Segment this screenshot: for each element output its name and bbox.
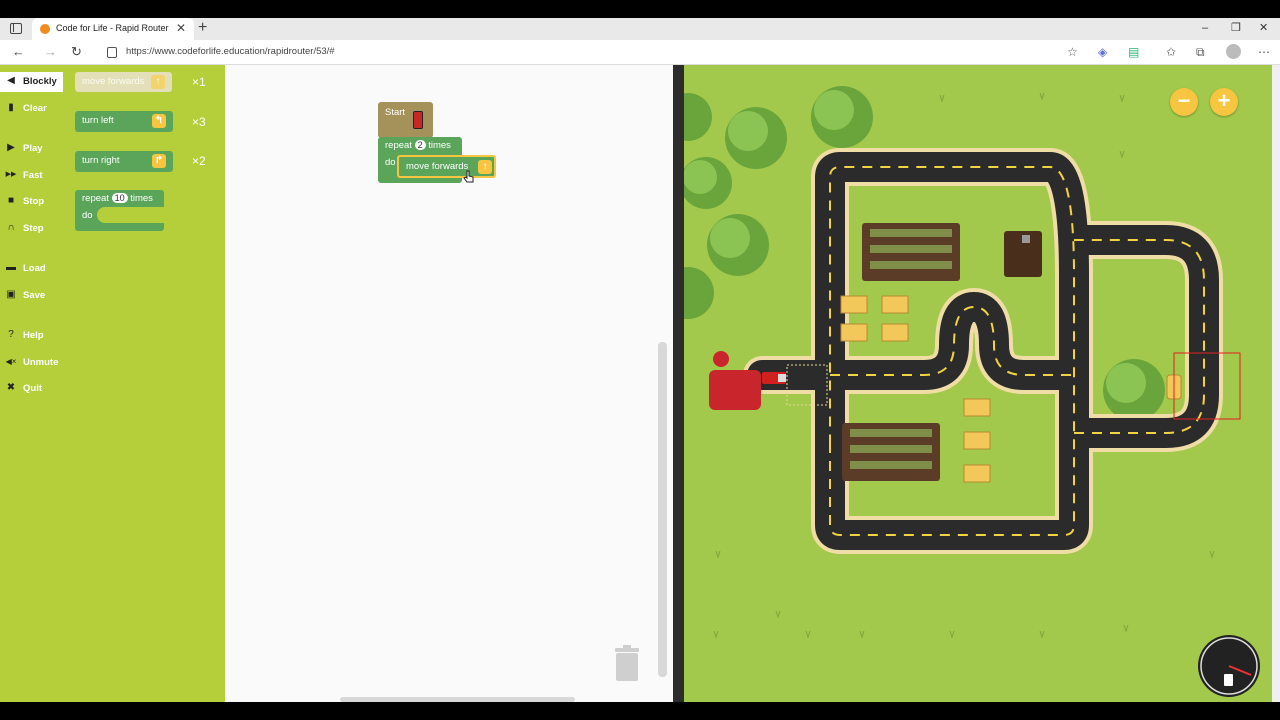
toolbox-repeat-block[interactable]: repeat 10 times do — [75, 190, 164, 231]
folder-icon: ▬ — [6, 262, 16, 273]
blockly-icon: ◀ — [7, 75, 15, 86]
hand-cursor-icon — [463, 170, 474, 183]
sidebar-item-unmute[interactable]: ◀× Unmute — [0, 353, 63, 373]
sidebar-item-clear[interactable]: ▮ Clear — [0, 99, 63, 119]
van-icon — [413, 111, 423, 129]
screen: Code for Life - Rapid Router ✕ + – ❐ ✕ ←… — [0, 0, 1280, 720]
sidebar-item-label: Fast — [23, 170, 43, 181]
block-count: ×1 — [192, 75, 206, 89]
turn-right-arrow-icon: ↱ — [152, 154, 166, 168]
trash-can-icon[interactable] — [613, 644, 641, 682]
sidebar-item-label: Play — [23, 143, 43, 154]
game-sidebar: ◀ Blockly ▮ Clear ▶ Play ▶▶ Fast ■ Stop … — [0, 65, 63, 702]
block-label: turn right — [82, 155, 120, 166]
favicon-icon — [40, 24, 50, 34]
repeat-statement-slot — [97, 207, 164, 223]
save-icon: ▣ — [6, 289, 16, 300]
restore-button[interactable]: ❐ — [1231, 21, 1241, 35]
play-icon: ▶ — [7, 142, 15, 153]
help-icon: ? — [8, 329, 14, 340]
block-count: ×2 — [192, 154, 206, 168]
sidebar-item-quit[interactable]: ✖ Quit — [0, 379, 63, 399]
block-label: move forwards — [82, 76, 145, 87]
do-label: do — [82, 210, 93, 221]
sidebar-item-label: Step — [23, 223, 44, 234]
block-label: turn left — [82, 115, 114, 126]
game-map: − + — [684, 65, 1272, 702]
speaker-muted-icon: ◀× — [5, 357, 17, 366]
repeat-count-field[interactable]: 2 — [414, 140, 426, 150]
block-count: ×3 — [192, 115, 206, 129]
zoom-in-button[interactable]: + — [1210, 88, 1238, 116]
do-label: do — [385, 157, 396, 168]
forward-icon[interactable]: → — [44, 44, 57, 60]
repeat-label: repeat — [82, 193, 109, 204]
turn-left-arrow-icon: ↰ — [152, 114, 166, 128]
sidebar-item-label: Save — [23, 290, 46, 301]
toolbox-turn-left-block[interactable]: turn left ↰ — [75, 111, 173, 132]
sidebar-item-label: Blockly — [23, 76, 57, 87]
sidebar-item-label: Load — [23, 263, 46, 274]
repeat-count-field[interactable]: 10 — [111, 193, 128, 203]
back-icon[interactable]: ← — [12, 44, 25, 60]
sidebar-item-label: Quit — [23, 383, 42, 394]
window-menu-icon[interactable] — [10, 23, 22, 34]
sidebar-item-save[interactable]: ▣ Save — [0, 286, 63, 306]
reload-icon[interactable]: ↻ — [71, 44, 82, 60]
close-window-button[interactable]: ✕ — [1259, 21, 1268, 35]
toolbox-turn-right-block[interactable]: turn right ↱ — [75, 151, 173, 172]
fuel-gauge-icon — [1198, 635, 1260, 697]
block-label: move forwards — [406, 161, 469, 172]
sidebar-item-label: Unmute — [23, 357, 59, 368]
extension-icon-2[interactable]: ▤ — [1128, 45, 1139, 59]
delivery-van-icon — [762, 372, 786, 384]
sidebar-item-fast[interactable]: ▶▶ Fast — [0, 166, 63, 186]
sidebar-item-play[interactable]: ▶ Play — [0, 139, 63, 159]
sidebar-item-label: Stop — [23, 196, 45, 207]
map-canvas — [684, 86, 1241, 639]
sidebar-item-blockly[interactable]: ◀ Blockly — [0, 72, 63, 92]
browser-address-bar: ← → ↻ https://www.codeforlife.education/… — [0, 40, 1280, 65]
extension-icon[interactable]: ◈ — [1098, 45, 1107, 59]
favorites-icon[interactable]: ✩ — [1166, 45, 1176, 59]
sidebar-item-label: Help — [23, 330, 44, 341]
tab-title: Code for Life - Rapid Router — [56, 23, 169, 33]
url-field[interactable]: https://www.codeforlife.education/rapidr… — [126, 46, 335, 57]
workspace-vertical-scrollbar[interactable] — [658, 342, 667, 677]
browser-tab[interactable]: Code for Life - Rapid Router ✕ — [32, 18, 194, 40]
trash-icon: ▮ — [8, 102, 14, 113]
sidebar-item-load[interactable]: ▬ Load — [0, 259, 63, 279]
step-icon: ∩ — [7, 222, 15, 233]
up-arrow-icon: ↑ — [478, 160, 492, 174]
lock-icon — [107, 47, 117, 58]
minimize-button[interactable]: – — [1202, 21, 1208, 35]
profile-avatar[interactable] — [1226, 44, 1241, 59]
browser-tab-bar: Code for Life - Rapid Router ✕ + – ❐ ✕ — [0, 18, 1280, 40]
fast-forward-icon: ▶▶ — [5, 171, 17, 178]
screen-bottom-edge — [0, 702, 1280, 720]
toolbox-move-forwards-block-disabled[interactable]: move forwards ↑ — [75, 72, 172, 92]
new-tab-button[interactable]: + — [198, 19, 207, 37]
sidebar-item-stop[interactable]: ■ Stop — [0, 192, 63, 212]
favorite-star-icon[interactable]: ☆ — [1067, 45, 1078, 59]
times-label: times — [428, 140, 451, 151]
sidebar-item-help[interactable]: ? Help — [0, 326, 63, 346]
up-arrow-icon: ↑ — [151, 75, 165, 89]
more-menu-icon[interactable]: ⋯ — [1258, 45, 1270, 59]
collections-icon[interactable]: ⧉ — [1196, 45, 1205, 59]
panel-divider[interactable] — [673, 65, 684, 702]
times-label: times — [130, 193, 153, 204]
sidebar-item-step[interactable]: ∩ Step — [0, 219, 63, 239]
zoom-out-button[interactable]: − — [1170, 88, 1198, 116]
workspace-move-forwards-block[interactable]: move forwards ↑ — [397, 155, 496, 178]
quit-icon: ✖ — [6, 382, 16, 393]
tab-close-icon[interactable]: ✕ — [176, 21, 186, 35]
stop-icon: ■ — [7, 195, 15, 206]
workspace-start-block[interactable]: Start — [378, 102, 433, 138]
start-label: Start — [385, 107, 406, 118]
wooden-shed — [1004, 231, 1042, 277]
sidebar-item-label: Clear — [23, 103, 47, 114]
map-scrollbar[interactable] — [1272, 65, 1280, 702]
repeat-label: repeat — [385, 140, 412, 151]
